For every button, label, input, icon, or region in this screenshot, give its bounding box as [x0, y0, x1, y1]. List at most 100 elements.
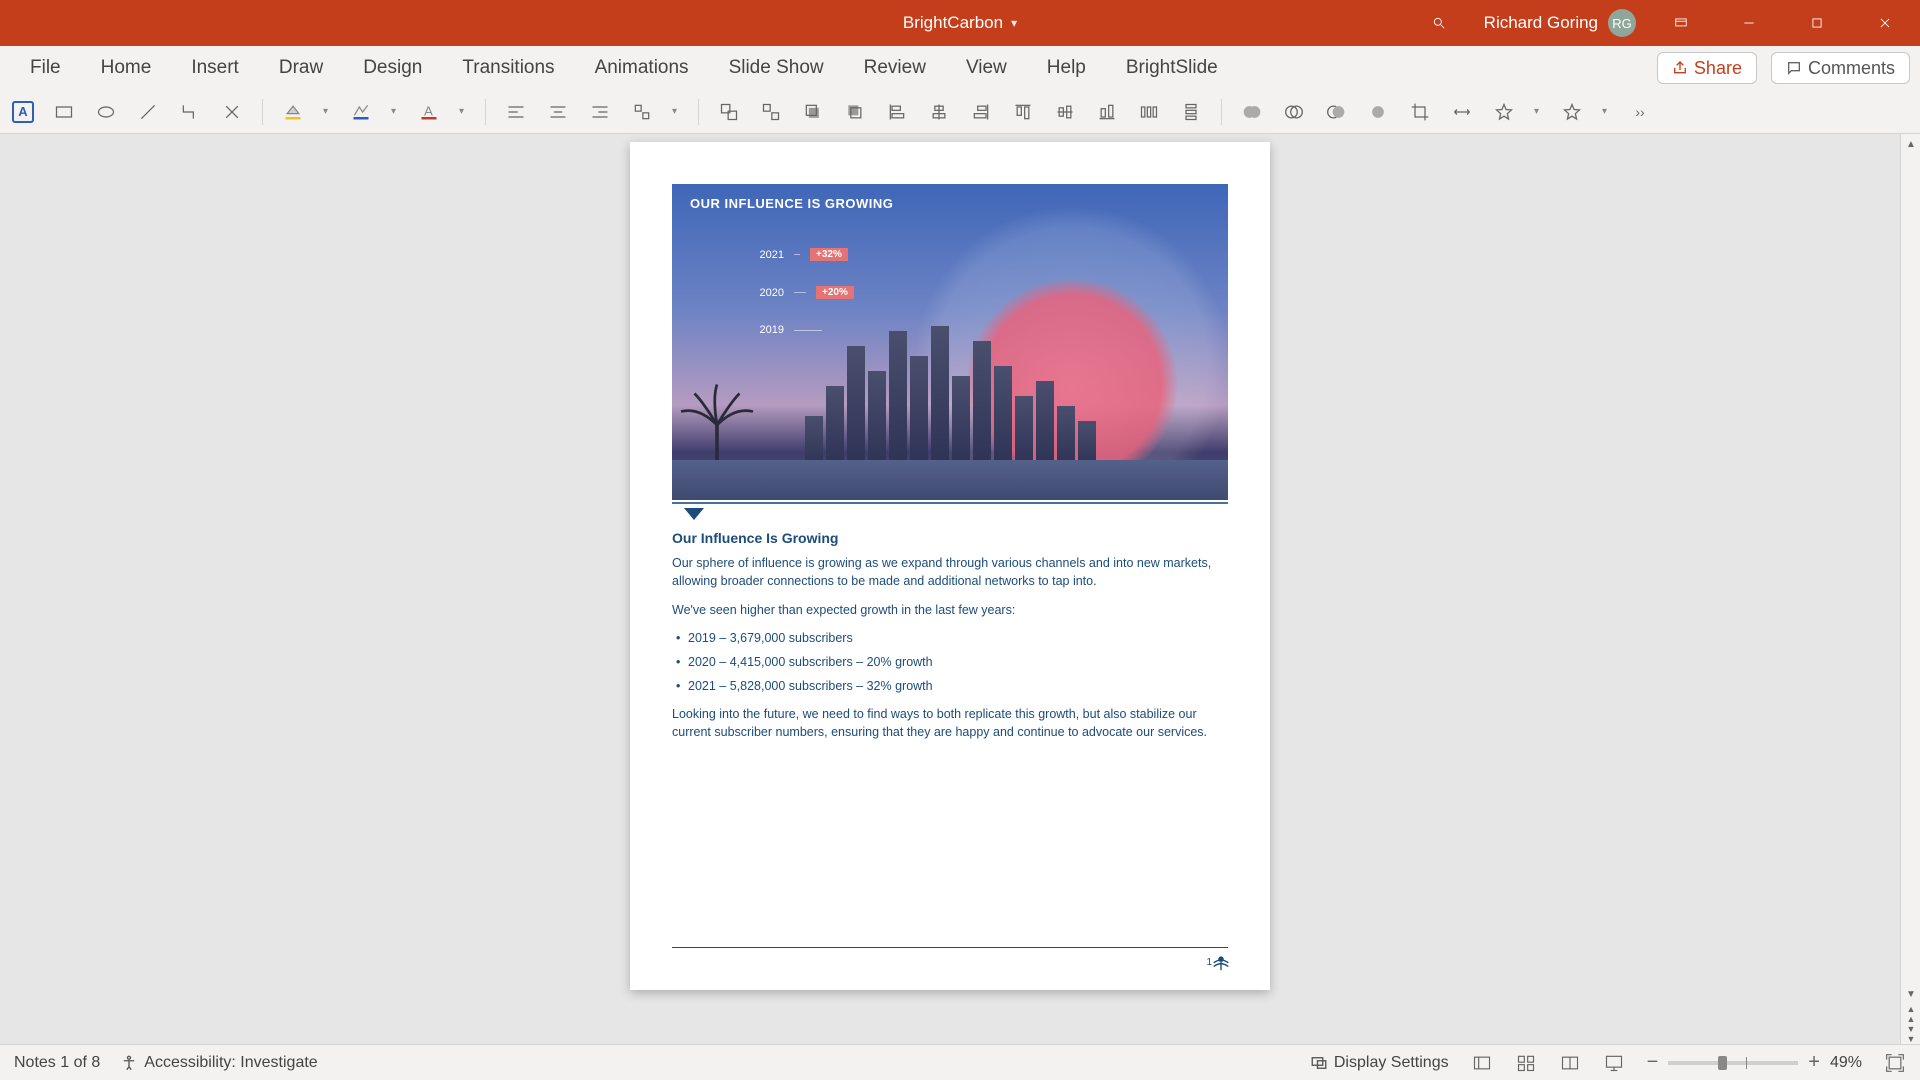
chevron-down-icon[interactable]: ▾: [1602, 106, 1610, 117]
tab-animations[interactable]: Animations: [575, 46, 709, 90]
tab-label: File: [30, 57, 61, 79]
editing-canvas[interactable]: OUR INFLUENCE IS GROWING 2021+32% 2020+2…: [0, 134, 1900, 1044]
notes-count[interactable]: Notes 1 of 8: [14, 1054, 100, 1072]
toolbar-separator: [1221, 99, 1222, 125]
tab-brightslide[interactable]: BrightSlide: [1106, 46, 1238, 90]
search-icon[interactable]: [1416, 0, 1462, 46]
send-backward-icon[interactable]: [843, 100, 867, 124]
rectangle-icon[interactable]: [52, 100, 76, 124]
shape-outline-icon[interactable]: [349, 100, 373, 124]
notes-heading: Our Influence Is Growing: [672, 528, 1228, 548]
bring-forward-icon[interactable]: [801, 100, 825, 124]
data-row-2021: 2021+32%: [754, 248, 848, 261]
accessibility-button[interactable]: Accessibility: Investigate: [120, 1054, 317, 1072]
slideshow-view-icon[interactable]: [1603, 1052, 1625, 1074]
zoom-percent[interactable]: 49%: [1830, 1054, 1862, 1072]
comments-button[interactable]: Comments: [1771, 52, 1910, 84]
data-row-2020: 2020+20%: [754, 286, 854, 299]
align-center-objects-icon[interactable]: [927, 100, 951, 124]
merge-shapes-combine-icon[interactable]: [1282, 100, 1306, 124]
status-bar: Notes 1 of 8 Accessibility: Investigate …: [0, 1044, 1920, 1080]
tab-transitions[interactable]: Transitions: [442, 46, 574, 90]
merge-shapes-union-icon[interactable]: [1240, 100, 1264, 124]
title-bar: BrightCarbon ▾ Richard Goring RG: [0, 0, 1920, 46]
ribbon-display-options-icon[interactable]: [1658, 0, 1704, 46]
pct-badge: +32%: [810, 248, 848, 261]
slide-title: OUR INFLUENCE IS GROWING: [690, 196, 893, 211]
previous-page-icon[interactable]: ▲▲: [1901, 1004, 1920, 1024]
chevron-down-icon[interactable]: ▾: [323, 106, 331, 117]
display-settings-button[interactable]: Display Settings: [1310, 1054, 1449, 1072]
align-left-icon[interactable]: [504, 100, 528, 124]
crop-icon[interactable]: [1408, 100, 1432, 124]
tab-view[interactable]: View: [946, 46, 1027, 90]
text-box-icon[interactable]: A: [12, 101, 34, 123]
align-bottom-objects-icon[interactable]: [1095, 100, 1119, 124]
scroll-up-icon[interactable]: ▲: [1901, 134, 1920, 154]
tab-review[interactable]: Review: [844, 46, 946, 90]
zoom-slider[interactable]: [1668, 1061, 1798, 1065]
tab-help[interactable]: Help: [1027, 46, 1106, 90]
tab-file[interactable]: File: [10, 46, 81, 90]
align-center-icon[interactable]: [546, 100, 570, 124]
ungroup-icon[interactable]: [759, 100, 783, 124]
year-label: 2020: [754, 287, 784, 299]
connector-icon[interactable]: [178, 100, 202, 124]
share-button[interactable]: Share: [1657, 52, 1757, 84]
distribute-vertical-icon[interactable]: [1179, 100, 1203, 124]
align-left-objects-icon[interactable]: [885, 100, 909, 124]
maximize-button[interactable]: [1794, 0, 1840, 46]
slide-sorter-view-icon[interactable]: [1515, 1052, 1537, 1074]
align-right-objects-icon[interactable]: [969, 100, 993, 124]
chevron-down-icon[interactable]: ▾: [1534, 106, 1542, 117]
star-animation-icon[interactable]: [1492, 100, 1516, 124]
minimize-button[interactable]: [1726, 0, 1772, 46]
slide-thumbnail[interactable]: OUR INFLUENCE IS GROWING 2021+32% 2020+2…: [672, 184, 1228, 500]
size-position-icon[interactable]: [1450, 100, 1474, 124]
toolbar-separator: [262, 99, 263, 125]
zoom-in-button[interactable]: +: [1808, 1051, 1820, 1074]
fit-to-window-icon[interactable]: [1884, 1052, 1906, 1074]
reading-view-icon[interactable]: [1559, 1052, 1581, 1074]
shape-fill-icon[interactable]: [281, 100, 305, 124]
star-animation-2-icon[interactable]: [1560, 100, 1584, 124]
notes-body[interactable]: Our Influence Is Growing Our sphere of i…: [672, 528, 1228, 751]
vertical-scrollbar[interactable]: ▲ ▼ ▲▲ ▼▼: [1900, 134, 1920, 1044]
align-objects-icon[interactable]: [630, 100, 654, 124]
tab-home[interactable]: Home: [81, 46, 172, 90]
align-right-icon[interactable]: [588, 100, 612, 124]
merge-shapes-intersect-icon[interactable]: [1366, 100, 1390, 124]
align-top-objects-icon[interactable]: [1011, 100, 1035, 124]
merge-shapes-fragment-icon[interactable]: [1324, 100, 1348, 124]
next-page-icon[interactable]: ▼▼: [1901, 1024, 1920, 1044]
tab-label: Draw: [279, 57, 323, 79]
tab-insert[interactable]: Insert: [171, 46, 259, 90]
account-button[interactable]: Richard Goring RG: [1484, 9, 1636, 37]
notes-page[interactable]: OUR INFLUENCE IS GROWING 2021+32% 2020+2…: [630, 142, 1270, 990]
normal-view-icon[interactable]: [1471, 1052, 1493, 1074]
align-middle-objects-icon[interactable]: [1053, 100, 1077, 124]
chevron-down-icon[interactable]: ▾: [672, 106, 680, 117]
tab-slide-show[interactable]: Slide Show: [709, 46, 844, 90]
close-button[interactable]: [1862, 0, 1908, 46]
line-icon[interactable]: [136, 100, 160, 124]
distribute-horizontal-icon[interactable]: [1137, 100, 1161, 124]
tab-design[interactable]: Design: [343, 46, 442, 90]
group-icon[interactable]: [717, 100, 741, 124]
tab-label: Design: [363, 57, 422, 79]
document-title[interactable]: BrightCarbon ▾: [903, 13, 1017, 33]
divider-rule: [672, 502, 1228, 504]
overflow-icon[interactable]: ››: [1628, 100, 1652, 124]
zoom-out-button[interactable]: −: [1647, 1051, 1659, 1074]
tab-label: Home: [101, 57, 152, 79]
tab-draw[interactable]: Draw: [259, 46, 343, 90]
oval-icon[interactable]: [94, 100, 118, 124]
chevron-down-icon[interactable]: ▾: [459, 106, 467, 117]
chevron-down-icon[interactable]: ▾: [391, 106, 399, 117]
water-reflection: [672, 460, 1228, 500]
tab-label: Animations: [595, 57, 689, 79]
scroll-down-icon[interactable]: ▼: [1901, 984, 1920, 1004]
delete-icon[interactable]: [220, 100, 244, 124]
font-color-icon[interactable]: A: [417, 100, 441, 124]
footer-logo-icon: [1210, 950, 1232, 972]
